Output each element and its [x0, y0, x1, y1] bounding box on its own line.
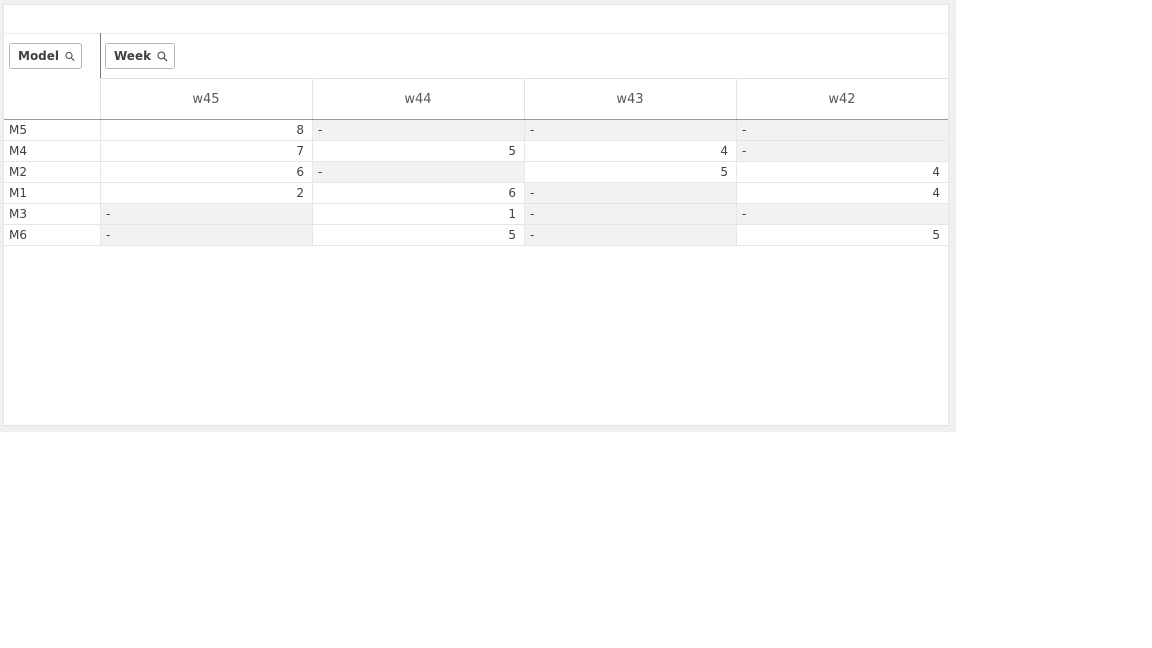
table-cell: 8	[100, 120, 312, 141]
row-header-cell[interactable]: M1	[4, 183, 100, 204]
column-header-w44[interactable]: w44	[312, 79, 523, 119]
table-row: M4 7 5 4-	[4, 141, 948, 162]
table-cell: 7	[100, 141, 312, 162]
search-icon	[157, 50, 168, 62]
column-header-w45[interactable]: w45	[100, 79, 311, 119]
table-row: M6-5-5	[4, 225, 948, 246]
pivot-table-panel: Model Week w45 w44 w43 w42 M5 8- - - M4 7 5 4- M…	[3, 4, 949, 426]
week-dimension-button[interactable]: Week	[105, 43, 175, 69]
table-cell: -	[100, 225, 312, 246]
model-dimension-button[interactable]: Model	[9, 43, 82, 69]
table-cell: -	[312, 162, 524, 183]
table-row: M3-1- -	[4, 204, 948, 225]
table-cell: 4	[736, 162, 948, 183]
table-cell: -	[524, 120, 736, 141]
table-cell: 5	[524, 162, 736, 183]
row-header-cell[interactable]: M3	[4, 204, 100, 225]
divider	[4, 33, 948, 34]
table-cell: -	[524, 204, 736, 225]
model-dimension-label: Model	[18, 49, 60, 63]
table-cell: 6	[312, 183, 524, 204]
table-cell: 6	[100, 162, 312, 183]
table-cell: -	[524, 183, 736, 204]
table-cell: -	[736, 141, 948, 162]
table-cell: 5	[736, 225, 948, 246]
row-header-cell[interactable]: M5	[4, 120, 100, 141]
table-cell: 1	[312, 204, 524, 225]
column-header-w42[interactable]: w42	[736, 79, 947, 119]
table-row: M2 6-5 4	[4, 162, 948, 183]
table-cell: 4	[524, 141, 736, 162]
table-cell: 4	[736, 183, 948, 204]
table-cell: 5	[312, 225, 524, 246]
table-cell: -	[524, 225, 736, 246]
table-cell: 5	[312, 141, 524, 162]
row-header-cell[interactable]: M4	[4, 141, 100, 162]
table-cell: -	[736, 204, 948, 225]
table-cell: -	[100, 204, 312, 225]
row-header-cell[interactable]: M2	[4, 162, 100, 183]
week-dimension-label: Week	[114, 49, 152, 63]
row-header-cell[interactable]: M6	[4, 225, 100, 246]
table-cell: 2	[100, 183, 312, 204]
search-icon	[65, 51, 75, 61]
table-row: M5 8- - -	[4, 120, 948, 141]
table-cell: -	[312, 120, 524, 141]
table-row: M1 2 6-4	[4, 183, 948, 204]
column-header-w43[interactable]: w43	[524, 79, 735, 119]
table-cell: -	[736, 120, 948, 141]
